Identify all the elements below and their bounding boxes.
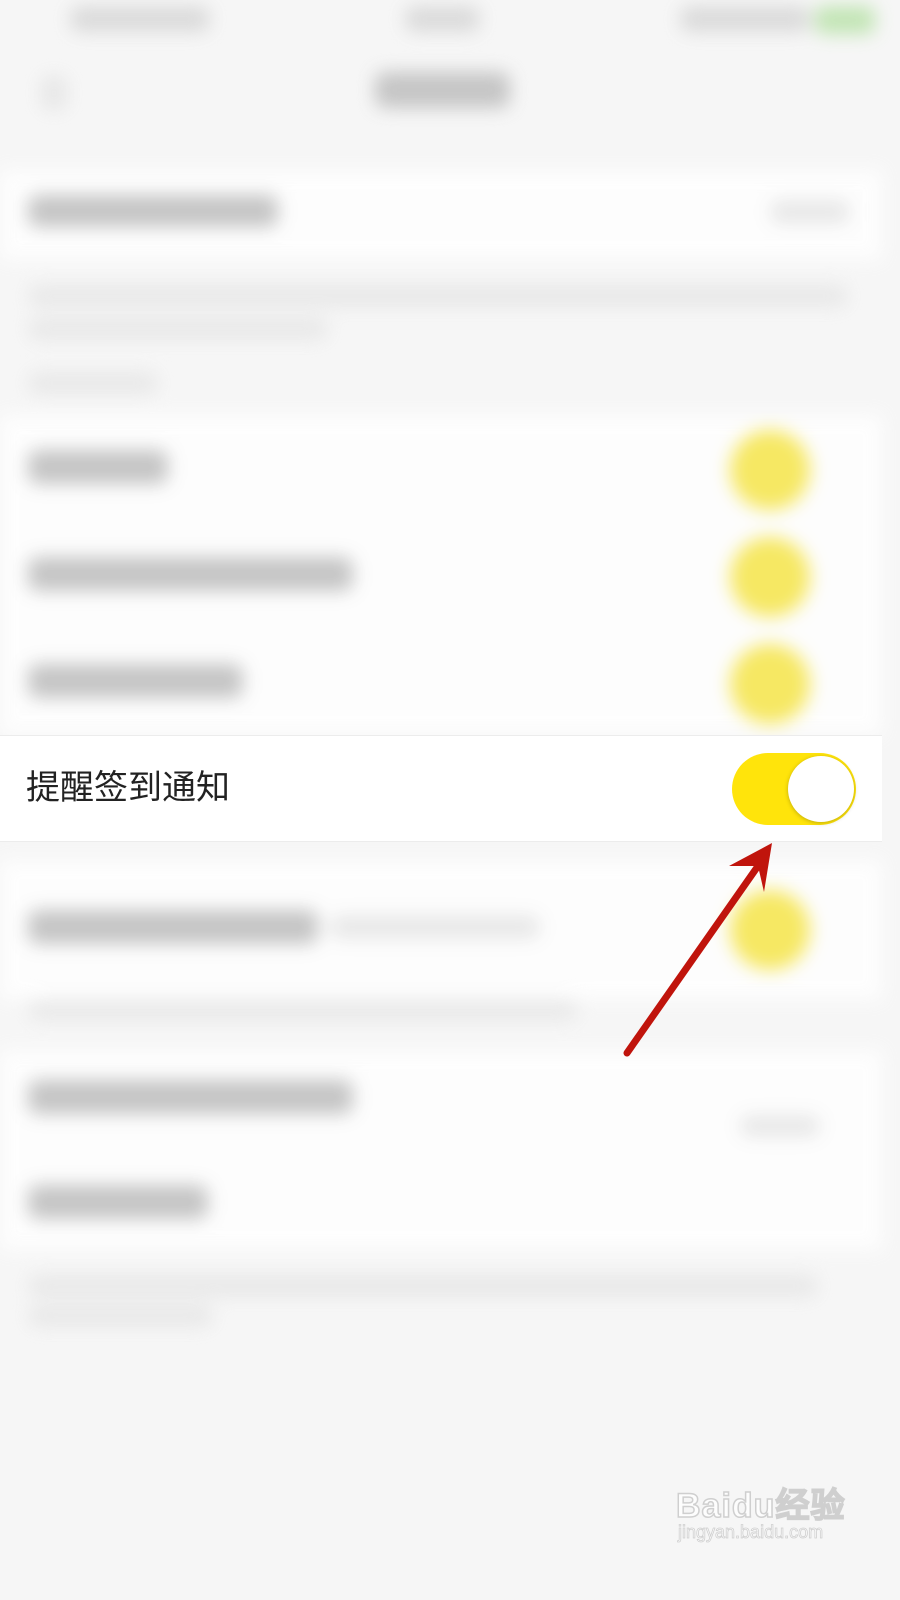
toggle-switch[interactable]: [730, 890, 810, 970]
back-arrow-icon[interactable]: [40, 75, 68, 111]
row-label: [28, 664, 243, 698]
watermark-url: jingyan.baidu.com: [678, 1522, 824, 1543]
watermark-text: Baidu经验: [675, 1486, 846, 1526]
battery-icon: [815, 6, 875, 34]
description-text: [28, 285, 848, 307]
row-label: [28, 1185, 208, 1219]
toggle-knob: [788, 756, 854, 822]
row-label: [28, 195, 278, 227]
sign-in-reminder-toggle[interactable]: [732, 753, 856, 825]
section-header: [28, 372, 158, 394]
status-bar-left: [70, 6, 210, 32]
row-label: 提醒签到通知: [26, 768, 230, 808]
description-text: [28, 318, 328, 340]
row-value: [740, 1115, 820, 1137]
row-label-suffix: [330, 915, 540, 939]
settings-row-sign-in-reminder[interactable]: 提醒签到通知: [0, 735, 882, 842]
description-text: [28, 1000, 578, 1020]
page-title: [375, 72, 510, 108]
toggle-switch[interactable]: [730, 644, 810, 724]
description-text: [28, 1275, 818, 1297]
baidu-jingyan-watermark: Baidu经验 jingyan.baidu.com: [672, 1470, 862, 1550]
toggle-switch[interactable]: [730, 537, 810, 617]
status-bar-center: [405, 6, 480, 32]
row-label: [28, 450, 168, 484]
row-value: [770, 200, 850, 224]
row-label: [28, 1080, 353, 1114]
row-label: [28, 557, 353, 591]
row-label: [28, 910, 318, 944]
description-text: [28, 1305, 213, 1327]
status-bar-right: [680, 6, 810, 32]
toggle-switch[interactable]: [730, 430, 810, 510]
